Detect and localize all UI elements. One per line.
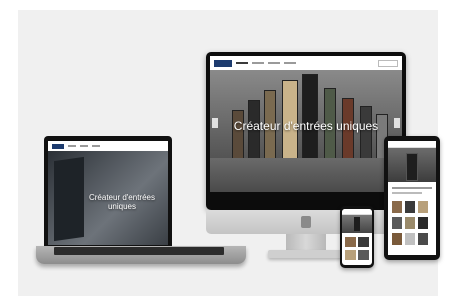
- nav-link: [236, 62, 248, 64]
- product-tile: [345, 250, 356, 260]
- website-navbar: [388, 141, 436, 148]
- search-icon: [378, 59, 398, 67]
- nav-link: [284, 62, 296, 64]
- nav-link: [252, 62, 264, 64]
- hero-headline: Créateur d'entrées uniques: [88, 193, 155, 211]
- door-image: [232, 110, 244, 162]
- laptop-screen: Créateur d'entrées uniques: [48, 141, 168, 245]
- prev-arrow-icon: [212, 118, 218, 128]
- product-tile: [358, 237, 369, 247]
- brand-logo: [52, 143, 64, 149]
- desktop-computer-mockup: Créateur d'entrées uniques: [206, 52, 406, 262]
- product-tile: [418, 201, 428, 213]
- product-tile: [405, 233, 415, 245]
- product-tile: [345, 237, 356, 247]
- nav-link: [92, 145, 100, 147]
- website-navbar: [210, 56, 402, 70]
- door-image: [54, 156, 84, 242]
- hero-floor: [210, 158, 402, 192]
- text-line: [392, 187, 432, 189]
- next-arrow-icon: [394, 118, 400, 128]
- door-image: [406, 153, 418, 181]
- desktop-screen: Créateur d'entrées uniques: [210, 56, 402, 192]
- desktop-bezel: Créateur d'entrées uniques: [206, 52, 406, 210]
- phone-mockup: [340, 206, 374, 268]
- nav-link: [80, 145, 88, 147]
- product-tile: [358, 250, 369, 260]
- desktop-stand-foot: [268, 250, 344, 258]
- nav-link: [68, 145, 76, 147]
- product-tile: [392, 201, 402, 213]
- product-tile: [392, 233, 402, 245]
- product-tile: [392, 217, 402, 229]
- tablet-screen: [388, 141, 436, 255]
- product-mockup-backdrop: Créateur d'entrées uniques Créateur d'en…: [18, 10, 440, 296]
- brand-logo: [214, 59, 232, 67]
- door-image: [360, 106, 372, 162]
- phone-screen: [342, 209, 372, 265]
- text-line: [392, 192, 422, 194]
- product-tile: [405, 201, 415, 213]
- laptop-mockup: Créateur d'entrées uniques: [44, 136, 172, 248]
- product-tile: [418, 233, 428, 245]
- tablet-mockup: [384, 136, 440, 260]
- product-tile: [405, 217, 415, 229]
- hero-headline: Créateur d'entrées uniques: [233, 119, 379, 133]
- nav-link: [268, 62, 280, 64]
- brand-mark-icon: [301, 216, 311, 228]
- door-image: [302, 74, 318, 162]
- product-tile: [418, 217, 428, 229]
- door-image: [354, 217, 360, 231]
- laptop-keyboard: [54, 247, 224, 255]
- website-navbar: [48, 141, 168, 151]
